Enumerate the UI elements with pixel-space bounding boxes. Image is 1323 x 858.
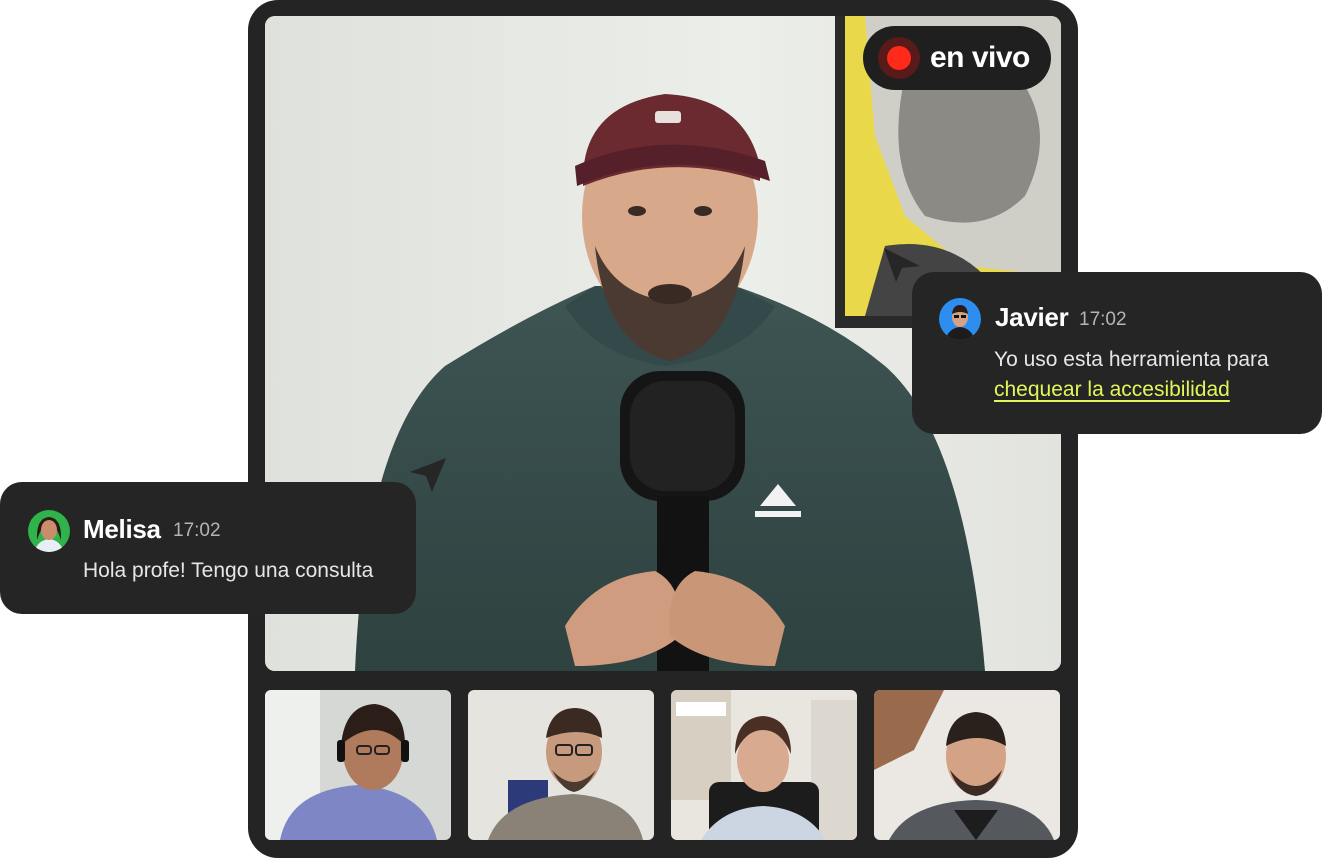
message-time: 17:02 xyxy=(173,520,221,541)
participant-thumbnail[interactable] xyxy=(468,690,654,840)
avatar xyxy=(28,510,70,552)
live-badge: en vivo xyxy=(863,26,1051,90)
message-link[interactable]: chequear la accesibilidad xyxy=(994,378,1230,401)
message-text: Hola profe! Tengo una consulta xyxy=(83,559,374,582)
cursor-arrow-icon xyxy=(410,458,446,492)
participant-thumbnail[interactable] xyxy=(874,690,1060,840)
live-class-stage: en vivo Javier 17:02 Yo uso esta herrami… xyxy=(0,0,1323,858)
avatar xyxy=(939,298,981,340)
sender-name: Javier xyxy=(995,302,1069,332)
chat-message-javier: Javier 17:02 Yo uso esta herramienta par… xyxy=(912,272,1322,434)
chat-message-melisa: Melisa 17:02 Hola profe! Tengo una consu… xyxy=(0,482,416,614)
live-label: en vivo xyxy=(930,41,1030,74)
sender-name: Melisa xyxy=(83,514,161,544)
participant-thumbnail[interactable] xyxy=(265,690,451,840)
participant-thumbnail[interactable] xyxy=(671,690,857,840)
message-text: Yo uso esta herramienta para xyxy=(994,348,1269,371)
record-dot-icon xyxy=(878,37,920,79)
message-time: 17:02 xyxy=(1079,309,1127,330)
